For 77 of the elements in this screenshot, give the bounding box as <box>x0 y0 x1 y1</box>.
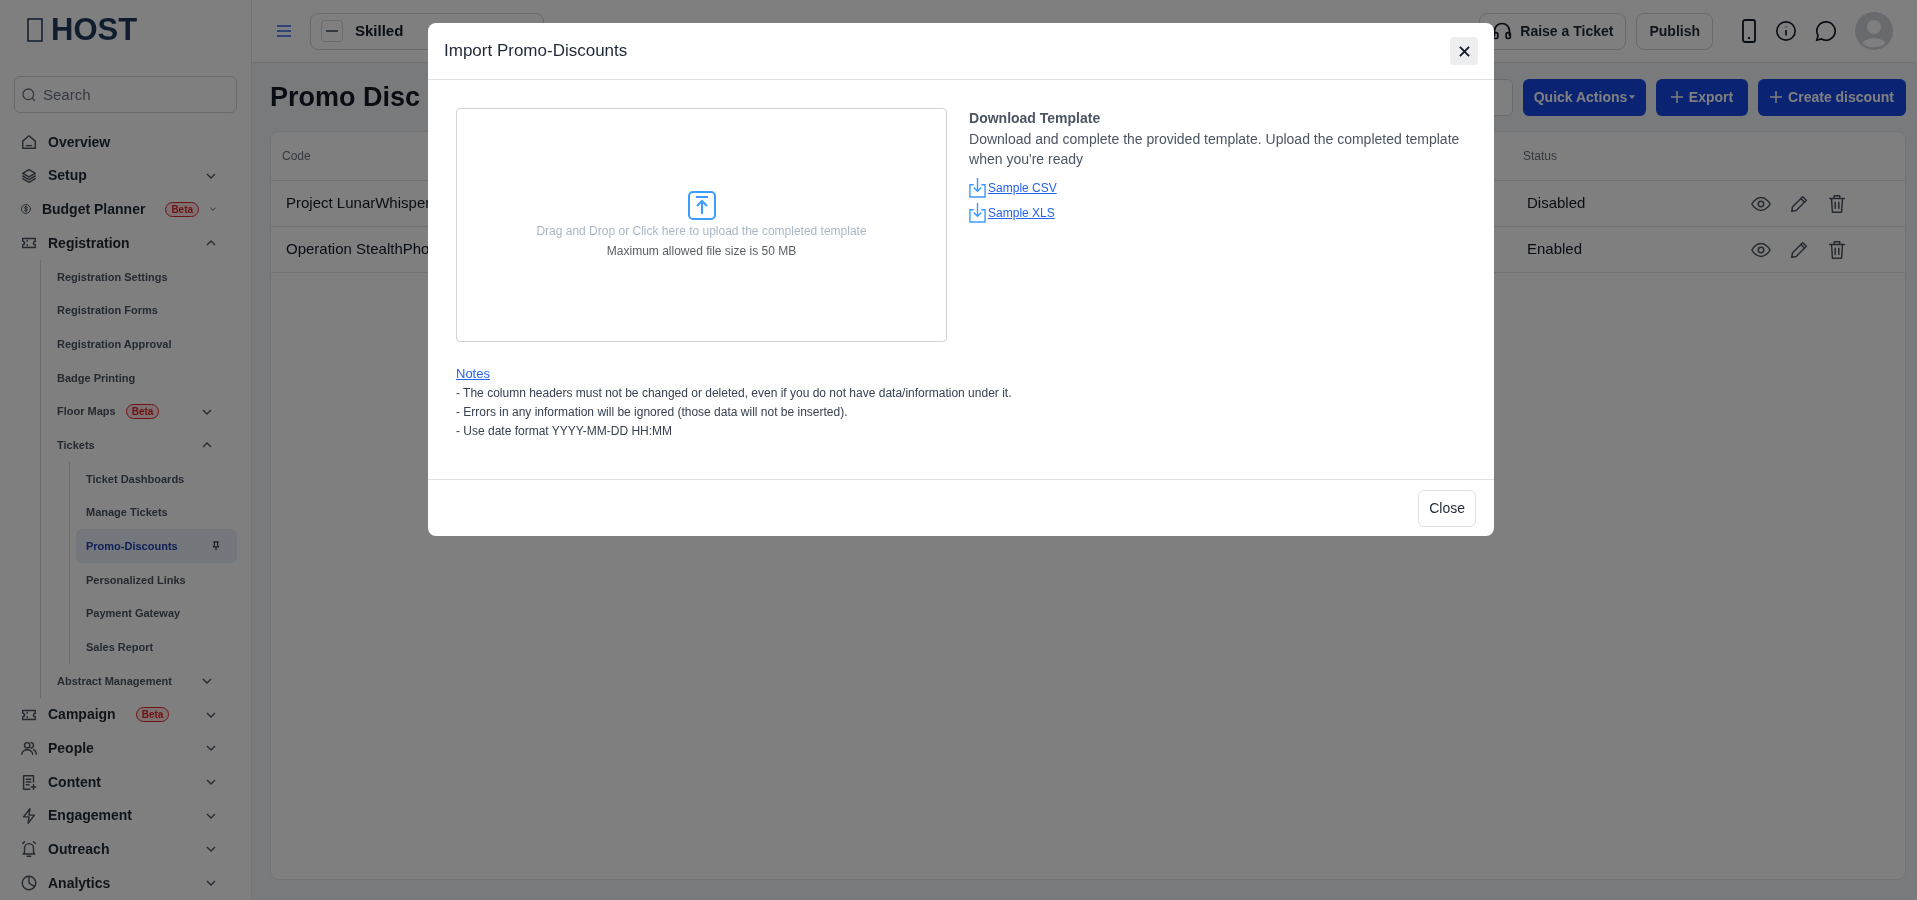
column-header: Code <box>282 148 311 165</box>
sidebar-item[interactable]: Budget Planner Beta <box>14 192 237 227</box>
event-logo-icon <box>321 20 343 42</box>
action-button[interactable]: Quick Actions <box>1523 78 1646 116</box>
headphones-icon <box>1492 21 1513 41</box>
sidebar-subitem[interactable]: Registration Forms <box>47 293 237 328</box>
sidebar-subitem[interactable]: Badge Printing <box>47 361 237 395</box>
sidebar-subitem[interactable]: Promo-Discounts <box>76 529 237 564</box>
download-link[interactable]: Sample CSV <box>988 178 1057 197</box>
table-cell-text: Enabled <box>1527 239 1584 260</box>
sidebar-item[interactable]: Analytics <box>14 866 237 900</box>
caret-icon <box>1629 95 1636 99</box>
trash-icon <box>1826 238 1848 261</box>
publish-button[interactable]: Publish <box>1636 12 1713 50</box>
sidebar-subitem[interactable]: Abstract Management <box>47 664 237 698</box>
raise-ticket-button[interactable]: Raise a Ticket <box>1479 12 1627 50</box>
note-line: - Use date format YYYY-MM-DD HH:MM <box>456 422 674 440</box>
action-button[interactable]: Export <box>1656 78 1748 116</box>
plus-icon <box>1670 91 1683 103</box>
house-icon <box>20 133 38 152</box>
sidebar-subitem[interactable]: Tickets <box>47 428 237 463</box>
sidebar-item[interactable]: Setup <box>14 158 237 193</box>
close-button[interactable] <box>1450 37 1478 65</box>
table-cell-text: Project LunarWhisper <box>286 193 431 214</box>
bell-icon <box>20 840 38 859</box>
upload-dropzone[interactable]: Drag and Drop or Click here to upload the completed template Maximum allowed file size is 50 MB <box>456 108 948 342</box>
document-plus-icon <box>20 773 38 792</box>
sidebar-item[interactable]: Overview <box>14 125 237 159</box>
beta-badge: Beta <box>135 707 170 723</box>
plus-icon <box>1770 91 1783 103</box>
sidebar-item[interactable]: Campaign Beta <box>14 697 237 732</box>
dropzone-text: Drag and Drop or Click here to upload the completed template <box>536 222 867 240</box>
sidebar-subitem[interactable]: Registration Settings <box>47 259 237 294</box>
note-line: - The column headers must not be changed or deleted, even if you do not have data/information under it. <box>456 384 1013 402</box>
upload-icon <box>687 190 716 220</box>
search-field[interactable]: Search <box>14 76 237 114</box>
trash-icon <box>1826 192 1848 215</box>
sidebar-subitem[interactable]: Registration Approval <box>47 327 237 361</box>
layers-icon <box>20 166 38 185</box>
download-heading: Download Template <box>969 109 1102 128</box>
sidebar-subitem[interactable]: Sales Report <box>76 630 237 665</box>
sidebar-subitem[interactable]: Floor Maps Beta <box>47 394 237 429</box>
action-button[interactable]: Create discount <box>1758 78 1906 116</box>
sidebar-item[interactable]: Content <box>14 765 237 799</box>
chat-icon[interactable] <box>1815 20 1837 42</box>
table-cell-text: Disabled <box>1527 193 1587 214</box>
download-description: Download and complete the provided template. Upload the completed template when you're ready <box>969 130 1461 169</box>
pie-chart-icon <box>20 874 38 893</box>
logo-text: HOST <box>51 14 138 46</box>
download-icon <box>969 202 987 223</box>
table-cell-text: Operation StealthPho <box>286 239 430 260</box>
download-link[interactable]: Sample XLS <box>988 203 1055 222</box>
file-size-note: Maximum allowed file size is 50 MB <box>606 242 797 260</box>
beta-badge: Beta <box>125 404 160 420</box>
event-name: Skilled <box>355 20 404 41</box>
note-line: - Errors in any information will be ignored (those data will not be inserted). <box>456 403 849 421</box>
download-icon <box>969 177 987 198</box>
column-header: Status <box>1523 148 1558 165</box>
lightning-icon <box>20 806 38 825</box>
sidebar-item[interactable]: Registration <box>14 226 237 260</box>
page-title: Promo Disc <box>270 80 421 114</box>
sidebar-item[interactable]: People <box>14 731 237 766</box>
search-icon <box>21 87 37 104</box>
sidebar-item[interactable]: Engagement <box>14 798 237 833</box>
people-icon <box>20 739 38 758</box>
logo-icon <box>27 17 43 42</box>
notes-link[interactable]: Notes <box>456 364 490 384</box>
sidebar-subitem[interactable]: Personalized Links <box>76 563 237 597</box>
sidebar-subitem[interactable]: Manage Tickets <box>76 495 237 530</box>
info-icon[interactable] <box>1775 20 1797 42</box>
beta-badge: Beta <box>165 201 200 217</box>
close-button[interactable]: Close <box>1418 489 1476 527</box>
phone-icon[interactable] <box>1741 19 1757 43</box>
close-icon <box>1458 45 1470 57</box>
sidebar-subitem[interactable]: Ticket Dashboards <box>76 462 237 496</box>
sidebar-subitem[interactable]: Payment Gateway <box>76 596 237 631</box>
sidebar-item[interactable]: Outreach <box>14 832 237 867</box>
